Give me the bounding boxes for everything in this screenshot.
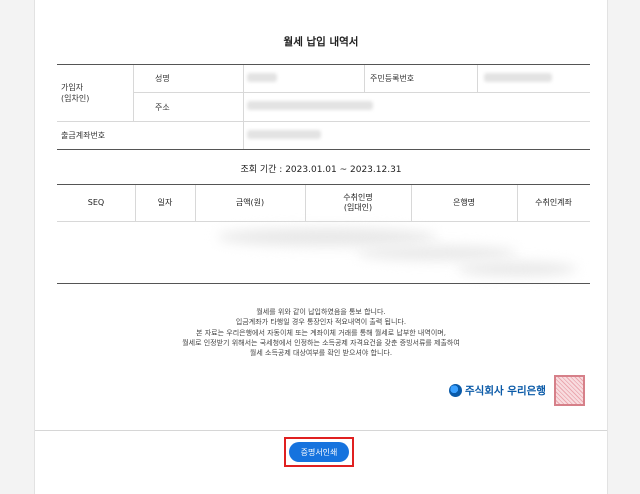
info-vsep-3 (364, 65, 365, 92)
info-vsep-4 (477, 65, 478, 92)
redacted-row-area (357, 246, 517, 260)
name-label-cell: 성명 (155, 65, 170, 91)
table-vsep-3 (305, 185, 306, 221)
company-seal-stamp (554, 375, 585, 406)
notice-text: 월세를 위와 같이 납입하였음을 통보 합니다. 입금계좌가 타행일 경우 통장… (35, 307, 607, 358)
notice-line: 입금계좌가 타행일 경우 통장인자 적요내역이 출력 됩니다. (235, 318, 407, 327)
table-vsep-4 (411, 185, 412, 221)
address-value-redacted (247, 101, 373, 110)
address-label-cell: 주소 (155, 93, 170, 121)
table-vsep-2 (195, 185, 196, 221)
document-title: 월세 납입 내역서 (283, 36, 359, 48)
payment-history-table: SEQ 일자 금액(원) 수취인명 (임대인) 은행명 수취인계좌 (57, 184, 590, 284)
redacted-row-area (217, 228, 437, 246)
name-label: 성명 (155, 73, 170, 83)
subscriber-label: 가입자 (61, 83, 84, 92)
footer-divider (35, 430, 607, 431)
info-row-divider-2 (57, 121, 590, 122)
subscriber-label-cell: 가입자 (임차인) (57, 65, 137, 121)
notice-line: 월세 소득공제 대상여부를 확인 받으셔야 합니다. (249, 349, 393, 358)
account-label-cell: 출금계좌번호 (61, 122, 105, 149)
bank-brand: 주식회사 우리은행 (449, 383, 546, 398)
info-bottom-border (57, 149, 590, 150)
statement-document: 월세 납입 내역서 가입자 (임차인) 성명 주민등록번호 주소 출금계좌번호 (34, 0, 608, 494)
col-header-seq: SEQ (87, 198, 105, 207)
account-value-redacted (247, 130, 321, 139)
col-header-payee: 수취인명 (임대인) (343, 193, 373, 212)
col-header-bank: 은행명 (452, 198, 476, 207)
table-header-divider (57, 221, 590, 222)
col-header-payee-account: 수취인계좌 (535, 198, 572, 207)
resident-no-label: 주민등록번호 (370, 73, 415, 83)
redacted-row-area (457, 262, 577, 276)
account-label: 출금계좌번호 (61, 131, 106, 140)
address-label: 주소 (155, 102, 170, 112)
info-vsep-1 (133, 65, 134, 121)
print-certificate-button[interactable]: 증명서인쇄 (289, 442, 349, 462)
query-period: 조회 기간 : 2023.01.01 ~ 2023.12.31 (240, 165, 402, 175)
col-header-date: 일자 (157, 198, 173, 207)
info-vsep-2 (243, 65, 244, 149)
table-vsep-5 (517, 185, 518, 221)
notice-line: 본 자료는 우리은행에서 자동이체 또는 계좌이체 거래를 통해 월세로 납부한… (196, 328, 446, 337)
name-value-redacted (247, 73, 277, 82)
notice-line: 월세로 인정받기 위해서는 국세청에서 인정하는 소득공제 자격요건을 갖춘 증… (182, 338, 460, 347)
bank-brand-name: 주식회사 우리은행 (465, 385, 546, 397)
notice-line: 월세를 위와 같이 납입하였음을 통보 합니다. (256, 308, 386, 316)
table-vsep-1 (135, 185, 136, 221)
resident-no-label-cell: 주민등록번호 (370, 65, 414, 91)
subscriber-sub-label: (임차인) (61, 94, 90, 103)
col-header-amount: 금액(원) (235, 198, 265, 207)
info-row-divider-1 (133, 92, 590, 93)
resident-no-value-redacted (484, 73, 552, 82)
woori-bank-logo-icon (449, 384, 462, 397)
table-bottom-border (57, 283, 590, 284)
